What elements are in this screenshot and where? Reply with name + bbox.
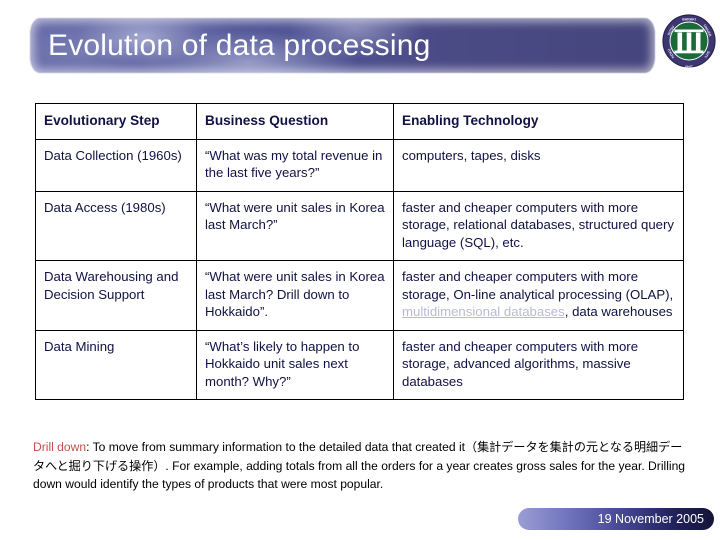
multidimensional-databases-link[interactable]: multidimensional databases — [402, 304, 565, 319]
tech-text: faster and cheaper computers with more s… — [402, 199, 674, 250]
cell-step: Data Warehousing and Decision Support — [35, 260, 197, 331]
column-header-technology: Enabling Technology — [393, 103, 684, 140]
tech-text-tail: , data warehouses — [564, 304, 673, 319]
university-seal-icon: BARAKI UNIVER SITY 1949 KOKU RITSU — [662, 14, 716, 69]
tech-text: faster and cheaper computers with more s… — [402, 338, 639, 389]
cell-step: Data Collection (1960s) — [35, 138, 197, 192]
tech-text: computers, tapes, disks — [402, 147, 541, 163]
svg-text:BARAKI: BARAKI — [682, 17, 696, 21]
cell-step: Data Access (1980s) — [35, 190, 197, 261]
svg-text:1949: 1949 — [685, 65, 693, 69]
table-row: Data Collection (1960s) “What was my tot… — [35, 138, 684, 192]
cell-question: “What was my total revenue in the last f… — [196, 138, 394, 192]
tech-text: faster and cheaper computers with more s… — [402, 269, 674, 302]
column-header-step: Evolutionary Step — [35, 103, 197, 140]
cell-question: “What’s likely to happen to Hokkaido uni… — [196, 329, 394, 400]
table-row: Data Warehousing and Decision Support “W… — [35, 260, 684, 331]
footnote-body: : To move from summary information to th… — [33, 440, 686, 491]
cell-question: “What were unit sales in Korea last Marc… — [196, 260, 394, 331]
column-header-question: Business Question — [196, 103, 394, 140]
evolution-table: Evolutionary Step Business Question Enab… — [35, 103, 684, 400]
footer-date-pill: 19 November 2005 — [518, 508, 714, 530]
footnote: Drill down: To move from summary informa… — [33, 438, 688, 494]
page-title: Evolution of data processing — [48, 29, 431, 62]
cell-technology: computers, tapes, disks — [393, 138, 684, 192]
table-header-row: Evolutionary Step Business Question Enab… — [35, 103, 684, 140]
table-row: Data Access (1980s) “What were unit sale… — [35, 190, 684, 261]
cell-technology: faster and cheaper computers with more s… — [393, 260, 684, 331]
footer-date: 19 November 2005 — [597, 512, 704, 526]
cell-step: Data Mining — [35, 329, 197, 400]
table-row: Data Mining “What’s likely to happen to … — [35, 329, 684, 400]
cell-technology: faster and cheaper computers with more s… — [393, 329, 684, 400]
cell-question: “What were unit sales in Korea last Marc… — [196, 190, 394, 261]
footnote-term: Drill down — [33, 440, 87, 454]
cell-technology: faster and cheaper computers with more s… — [393, 190, 684, 261]
